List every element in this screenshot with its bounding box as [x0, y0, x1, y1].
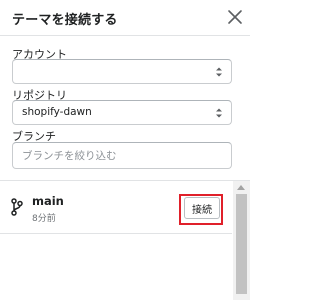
highlight-box [179, 194, 223, 225]
branch-icon [11, 198, 23, 216]
repository-select[interactable]: shopify-dawn [12, 100, 232, 125]
branch-name: main [32, 194, 64, 208]
account-select[interactable] [12, 59, 232, 84]
select-arrows-icon [216, 67, 222, 77]
branch-filter-input[interactable] [12, 142, 232, 169]
panel-header: テーマを接続する [0, 0, 250, 36]
connect-theme-panel: テーマを接続する アカウント リポジトリ shopify-dawn ブランチ m… [0, 0, 250, 300]
repository-select-value: shopify-dawn [22, 106, 92, 118]
panel-title: テーマを接続する [12, 13, 118, 28]
scroll-up-arrow-icon[interactable] [237, 185, 245, 190]
close-icon[interactable] [227, 9, 243, 25]
scrollbar[interactable] [233, 181, 250, 300]
scrollbar-thumb[interactable] [236, 194, 247, 294]
branch-updated-time: 8分前 [32, 214, 56, 224]
select-arrows-icon [216, 108, 222, 118]
